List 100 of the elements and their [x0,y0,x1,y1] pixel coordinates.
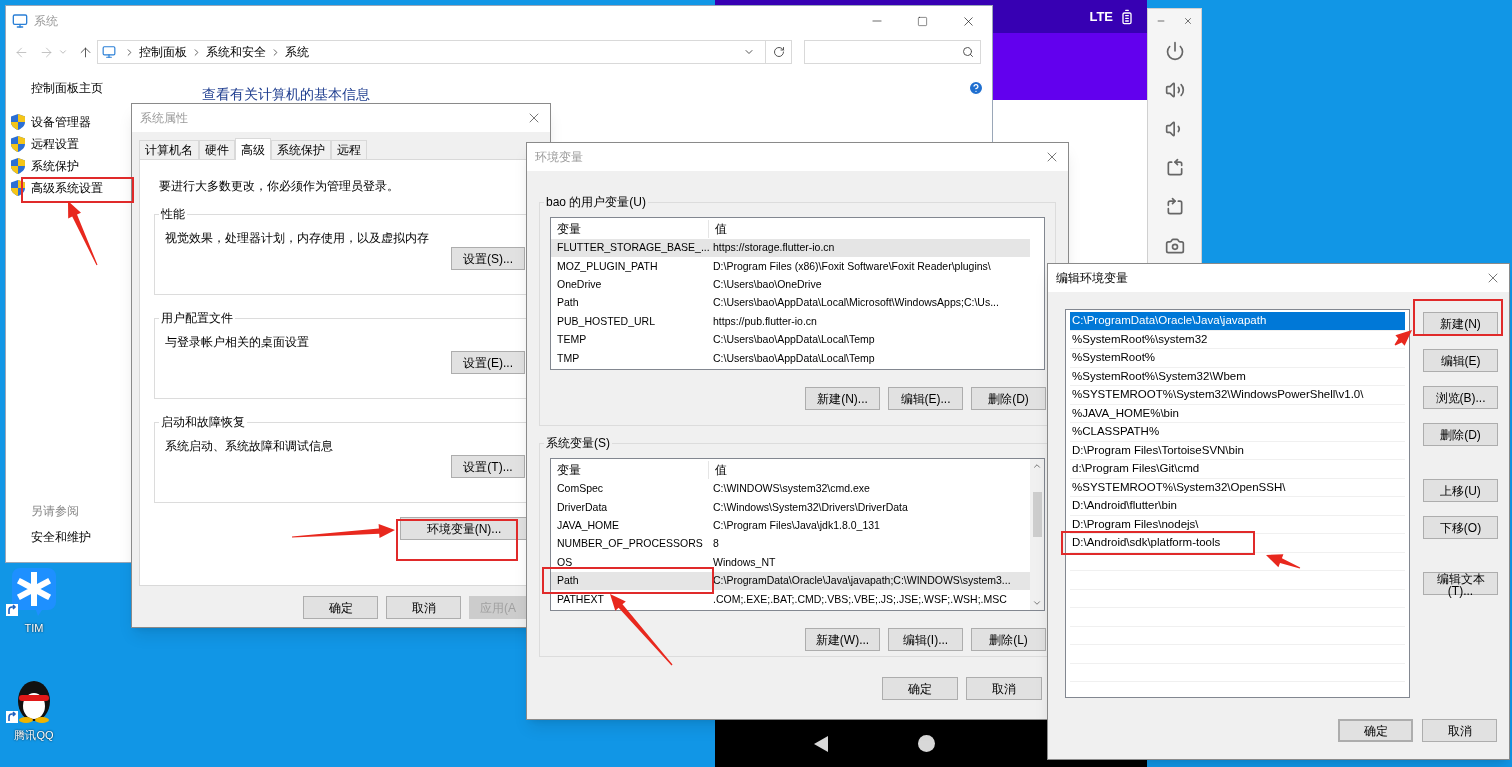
dialog-button[interactable]: 确定 [1338,719,1413,742]
breadcrumb-item[interactable]: 系统 [285,43,309,61]
table-cell-text: C:\Users\bao\OneDrive [712,277,823,293]
group-title: 性能 [160,206,186,223]
help-icon[interactable] [968,80,984,96]
path-entry[interactable]: %SYSTEMROOT%\System32\OpenSSH\ [1070,478,1286,497]
dialog-button[interactable]: 浏览(B)... [1423,386,1498,409]
home-icon[interactable] [918,735,935,752]
scroll-down-icon[interactable] [1032,598,1042,608]
column-header[interactable]: 值 [709,219,1030,238]
path-entry[interactable]: D:\Program Files\nodejs\ [1070,515,1199,534]
settings-button[interactable]: 设置(T)... [451,455,525,478]
column-header[interactable]: 变量 [551,460,709,479]
tab[interactable]: 硬件 [199,140,235,159]
dialog-button[interactable]: 上移(U) [1423,479,1498,502]
dialog-button[interactable]: 新建(W)... [805,628,880,651]
dialog-button[interactable]: 确定 [303,596,378,619]
dialog-button[interactable]: 删除(L) [971,628,1046,651]
nav-link[interactable]: 远程设置 [31,135,79,153]
nav-link[interactable]: 系统保护 [31,157,79,175]
column-header[interactable]: 变量 [551,219,709,238]
group-title: 系统变量(S) [545,435,611,452]
table-cell: PUB_HOSTED_URL [557,314,656,327]
path-entry[interactable]: %JAVA_HOME%\bin [1070,404,1179,423]
shield-icon [11,180,25,196]
variable-row[interactable]: FLUTTER_STORAGE_BASE_... https://storage.flutter-io.cn [551,239,1030,258]
path-entry[interactable]: d:\Program Files\Git\cmd [1070,459,1200,478]
shield-icon [11,158,25,174]
power-icon[interactable] [1164,41,1185,61]
annotation-arrow [1394,330,1412,346]
table-cell: DriverData [557,500,608,513]
settings-button[interactable]: 设置(E)... [451,351,525,374]
battery-icon [1119,8,1135,25]
table-cell: MOZ_PLUGIN_PATH [557,259,658,272]
dialog-button[interactable]: 编辑(E)... [888,387,963,410]
breadcrumb-item[interactable]: 控制面板 [139,43,187,61]
close-icon[interactable] [1182,16,1193,26]
back-icon[interactable] [812,734,830,753]
maximize-icon[interactable] [917,15,928,27]
nav-link[interactable]: 控制面板主页 [31,79,103,97]
dialog-button[interactable]: 新建(N)... [805,387,880,410]
column-header[interactable]: 值 [709,460,1030,479]
scroll-thumb[interactable] [1032,492,1042,537]
table-cell-text: C:\Users\bao\AppData\Local\Temp [712,350,876,366]
annotation-arrow [1266,554,1301,569]
up-icon[interactable] [78,44,93,60]
path-entry[interactable]: %SystemRoot%\system32 [1070,330,1208,349]
nav-link[interactable]: 高级系统设置 [31,179,103,197]
tab[interactable]: 高级 [235,138,271,160]
dialog-title: 编辑环境变量 [1056,270,1128,287]
search-icon[interactable] [962,46,974,58]
network-label: LTE [1089,7,1113,26]
dialog-button[interactable]: 编辑(E) [1423,349,1498,372]
path-entry[interactable]: %SYSTEMROOT%\System32\WindowsPowerShell\v1.0\ [1070,385,1364,404]
path-entry[interactable]: D:\Android\flutter\bin [1070,496,1177,515]
computer-icon [102,45,116,59]
camera-icon[interactable] [1164,236,1185,256]
tab[interactable]: 系统保护 [271,140,331,159]
shortcut-icon [6,604,18,616]
dialog-button[interactable]: 取消 [1422,719,1497,742]
path-entry[interactable]: D:\Program Files\TortoiseSVN\bin [1070,441,1244,460]
path-entry[interactable]: D:\Android\sdk\platform-tools [1070,533,1221,552]
tab[interactable]: 计算机名 [139,140,199,159]
path-entry[interactable]: %SystemRoot% [1070,348,1156,367]
dialog-title: 系统属性 [140,110,188,127]
table-cell-text: C:\Program Files\Java\jdk1.8.0_131 [712,518,881,534]
shortcut-icon [6,710,18,723]
dialog-button[interactable]: 确定 [882,677,958,700]
path-entry[interactable]: %CLASSPATH% [1070,422,1160,441]
table-cell-text: 8 [712,536,720,552]
table-cell: PATHEXT [557,592,604,605]
table-cell: OS [557,555,573,568]
dialog-button[interactable]: 编辑(I)... [888,628,963,651]
path-entry[interactable]: %SystemRoot%\System32\Wbem [1070,367,1246,386]
annotation-arrow [610,594,673,666]
search-field[interactable] [804,40,981,64]
dialog-button[interactable]: 删除(D) [971,387,1046,410]
dialog-button[interactable]: 取消 [386,596,461,619]
app-icon [12,568,56,616]
table-cell: Path [557,296,579,309]
breadcrumb-item[interactable]: 系统和安全 [206,43,266,61]
refresh-icon[interactable] [772,46,785,58]
table-cell-text: D:\Program Files (x86)\Foxit Software\Foxit Reader\plugins\ [712,258,992,274]
table-cell: FLUTTER_STORAGE_BASE_... [557,241,710,254]
table-cell: TMP [557,351,580,364]
table-cell-text: https://pub.flutter-io.cn [712,313,818,329]
path-entry[interactable]: C:\ProgramData\Oracle\Java\javapath [1070,311,1405,330]
nav-link[interactable]: 设备管理器 [31,113,91,131]
volume-up-icon[interactable] [1164,80,1185,100]
group-description: 视觉效果，处理器计划，内存使用，以及虚拟内存 [165,230,430,247]
dialog-button[interactable]: 下移(O) [1423,516,1498,539]
address-bar[interactable]: 控制面板 系统和安全 系统 [97,40,792,64]
dialog-button[interactable]: 取消 [966,677,1042,700]
scroll-up-icon[interactable] [1032,461,1042,471]
dialog-button[interactable]: 新建(N) [1423,312,1498,335]
tab[interactable]: 远程 [331,140,367,159]
group-title: 用户配置文件 [160,310,234,327]
settings-button[interactable]: 设置(S)... [451,247,525,270]
scrollbar[interactable] [1030,459,1044,610]
dialog-button[interactable]: 删除(D) [1423,423,1498,446]
